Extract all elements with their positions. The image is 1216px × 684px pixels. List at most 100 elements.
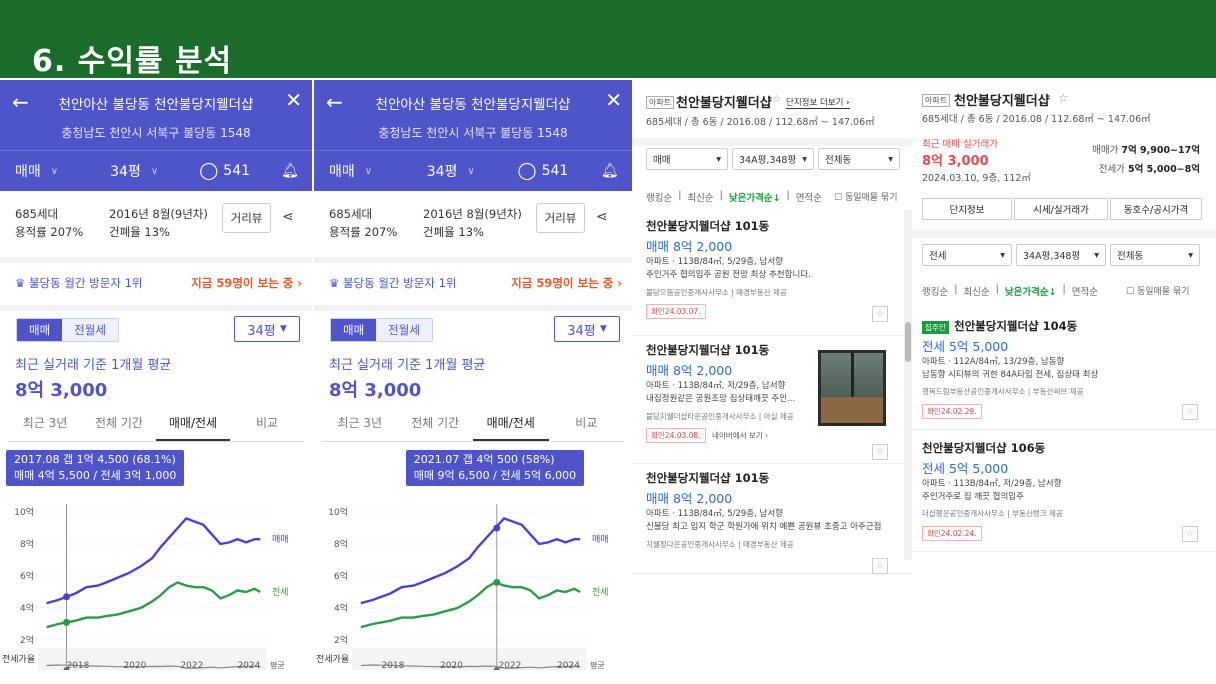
series-label: 전세 <box>592 587 609 598</box>
sort-price-low[interactable]: 낮은가격순↓ <box>1005 284 1057 298</box>
star-icon[interactable]: ☆ <box>1058 91 1069 105</box>
size-select[interactable]: 34평 ▼ <box>554 316 620 342</box>
now-viewing-link[interactable]: 지금 59명이 보는 중 › <box>511 275 622 291</box>
sort-latest[interactable]: 최신순 <box>687 190 713 204</box>
favorite-star-icon[interactable]: ☆ <box>872 444 888 460</box>
deal-type-tab[interactable]: 매매 ∨ <box>314 151 403 191</box>
complex-info-button[interactable]: 단지정보 <box>922 198 1012 220</box>
favorite-star-icon[interactable]: ☆ <box>872 558 888 574</box>
listing-desc: 내집정원같은 공원조망 집상태깨끗 주인... <box>646 394 796 404</box>
size-dropdown[interactable]: 34A평,348평 ▾ <box>732 148 814 170</box>
range-tabs: 최근 3년 전체 기간 매매/전세 비교 <box>322 414 624 442</box>
complex-summary: 685세대 / 총 6동 / 2016.08 / 112.68㎡ ~ 147.0… <box>646 117 875 128</box>
size-dropdown[interactable]: 34A평,348평 ▾ <box>1016 244 1106 266</box>
share-icon[interactable]: ⋖ <box>596 209 608 225</box>
avg-label: 최근 실거래 기준 1개월 평균 <box>15 358 172 373</box>
visitor-banner[interactable]: ♛ 불당동 월간 방문자 1위 지금 59명이 보는 중 › <box>314 263 632 311</box>
deal-type-dropdown[interactable]: 전세 ▾ <box>922 244 1012 266</box>
x-tick-label: 2022 <box>180 661 203 670</box>
favorite-star-icon[interactable]: ☆ <box>1182 404 1198 420</box>
price-history-button[interactable]: 시세/실거래가 <box>1014 198 1108 220</box>
scrollbar-thumb[interactable] <box>905 322 911 362</box>
segment-jeonse[interactable]: 전월세 <box>376 319 432 341</box>
recent-deal-date: 2024.03.10, 9층, 112㎡ <box>922 173 1031 184</box>
building-dropdown[interactable]: 전체동 ▾ <box>818 148 900 170</box>
listing-card[interactable]: 집주인 천안불당지웰더샵 104동 전세 5억 5,000 아파트 · 112A… <box>912 312 1216 430</box>
listing-agent: 지웰정다운공인중개사사무소 | 매경부동산 제공 <box>646 540 794 549</box>
listing-title: 천안불당지웰더샵 104동 <box>954 319 1078 333</box>
complex-info-link[interactable]: 단지정보 더보기 › <box>786 96 850 109</box>
street-view-button[interactable]: 거리뷰 <box>222 203 271 233</box>
tab-compare[interactable]: 비교 <box>230 414 304 441</box>
segment-sale[interactable]: 매매 <box>17 319 63 341</box>
close-icon[interactable]: ✕ <box>605 88 622 112</box>
tab-all-period[interactable]: 전체 기간 <box>398 414 474 441</box>
built-date: 2016년 8월(9년차) <box>109 207 208 221</box>
sort-options: 랭킹순 | 최신순 | 낮은가격순↓ | 면적순 <box>646 190 822 204</box>
x-tick-label: 2022 <box>498 661 521 670</box>
sort-area[interactable]: 면적순 <box>1072 284 1098 298</box>
floor-area-ratio: 용적률 207% <box>329 225 398 239</box>
listing-price: 매매 8억 2,000 <box>646 363 733 378</box>
listing-agent: 행복드림부동산공인중개사사무소 | 부동산써브 제공 <box>922 387 1084 396</box>
visitor-banner[interactable]: ♛ 불당동 월간 방문자 1위 지금 59명이 보는 중 › <box>0 263 312 311</box>
listing-card[interactable]: 천안불당지웰더샵 106동 전세 5억 5,000 아파트 · 113B/84㎡… <box>912 434 1216 552</box>
app-panel-right: ← 천안아산 불당동 천안불당지웰더샵 ✕ 충청남도 천안시 서북구 불당동 1… <box>314 80 632 670</box>
segment-jeonse[interactable]: 전월세 <box>62 319 118 341</box>
tab-recent-3y[interactable]: 최근 3년 <box>8 414 82 441</box>
chevron-down-icon: ▾ <box>716 153 721 165</box>
deal-type-dropdown[interactable]: 매매 ▾ <box>646 148 728 170</box>
sort-ranking[interactable]: 랭킹순 <box>646 190 672 204</box>
group-same-checkbox[interactable]: ☐ 동일매물 묶기 <box>1126 284 1189 297</box>
listing-photo[interactable] <box>818 350 886 426</box>
close-icon[interactable]: ✕ <box>285 88 302 112</box>
listing-price: 전세 5억 5,000 <box>922 339 1009 354</box>
complex-info-box: 685세대 용적률 207% 2016년 8월(9년차) 건폐율 13% 거리뷰 ⋖ <box>314 191 632 263</box>
size-tab[interactable]: 34평 ∨ <box>403 151 498 191</box>
avg-price: 8억 3,000 <box>15 380 108 401</box>
listing-card[interactable]: 천안불당지웰더샵 101동 매매 8억 2,000 아파트 · 113B/84㎡… <box>632 336 912 464</box>
bell-icon[interactable]: 🔔︎ <box>587 151 632 191</box>
tab-sale-jeonse[interactable]: 매매/전세 <box>156 414 230 441</box>
tab-compare[interactable]: 비교 <box>549 414 625 441</box>
favorite-star-icon[interactable]: ☆ <box>872 306 888 322</box>
sort-latest[interactable]: 최신순 <box>963 284 989 298</box>
naver-link[interactable]: 네이버에서 보기 › <box>712 430 768 441</box>
sort-area[interactable]: 면적순 <box>796 190 822 204</box>
listing-price: 매매 8억 2,000 <box>646 239 733 254</box>
size-select[interactable]: 34평 ▼ <box>234 316 300 342</box>
street-view-button[interactable]: 거리뷰 <box>536 203 585 233</box>
x-tick-label: 2020 <box>440 661 463 670</box>
deal-type-tab[interactable]: 매매 ∨ <box>0 151 87 191</box>
y-tick-label: 6억 <box>20 570 34 582</box>
unit-price-button[interactable]: 동호수/공시가격 <box>1110 198 1202 220</box>
y-tick-label: 4억 <box>334 602 348 614</box>
comments-tab[interactable]: ◯ 541 <box>498 151 587 191</box>
sort-price-low[interactable]: 낮은가격순↓ <box>729 190 781 204</box>
hover-point-sale <box>493 524 501 532</box>
now-viewing-link[interactable]: 지금 59명이 보는 중 › <box>191 275 302 291</box>
segment-sale[interactable]: 매매 <box>331 319 377 341</box>
star-icon[interactable]: ☆ <box>772 94 781 105</box>
chevron-down-icon: ▾ <box>1094 249 1099 261</box>
listing-card[interactable]: 천안불당지웰더샵 101동 매매 8억 2,000 아파트 · 113B/84㎡… <box>632 464 912 574</box>
caret-down-icon: ▼ <box>279 324 287 334</box>
listing-spec: 아파트 · 113B/84㎡, 저/29층, 남서향 <box>646 381 786 391</box>
group-same-checkbox[interactable]: ☐ 동일매물 묶기 <box>834 190 897 203</box>
bell-icon[interactable]: 🔔︎ <box>268 151 312 191</box>
property-type-tag: 아파트 <box>922 94 951 107</box>
series-line-sale <box>360 516 581 605</box>
building-dropdown[interactable]: 전체동 ▾ <box>1110 244 1200 266</box>
share-icon[interactable]: ⋖ <box>282 209 294 225</box>
tab-all-period[interactable]: 전체 기간 <box>82 414 156 441</box>
tab-recent-3y[interactable]: 최근 3년 <box>322 414 398 441</box>
sort-ranking[interactable]: 랭킹순 <box>922 284 948 298</box>
comments-tab[interactable]: ◯ 541 <box>181 151 268 191</box>
chart-tooltip: 2021.07 갭 4억 500 (58%) 매매 9억 6,500 / 전세 5… <box>405 450 585 486</box>
listing-card[interactable]: 천안불당지웰더샵 101동 매매 8억 2,000 아파트 · 113B/84㎡… <box>632 212 912 336</box>
caret-down-icon: ▼ <box>599 324 607 334</box>
favorite-star-icon[interactable]: ☆ <box>1182 526 1198 542</box>
building-coverage: 건폐율 13% <box>423 225 484 239</box>
size-tab[interactable]: 34평 ∨ <box>87 151 181 191</box>
tab-sale-jeonse[interactable]: 매매/전세 <box>473 414 549 441</box>
